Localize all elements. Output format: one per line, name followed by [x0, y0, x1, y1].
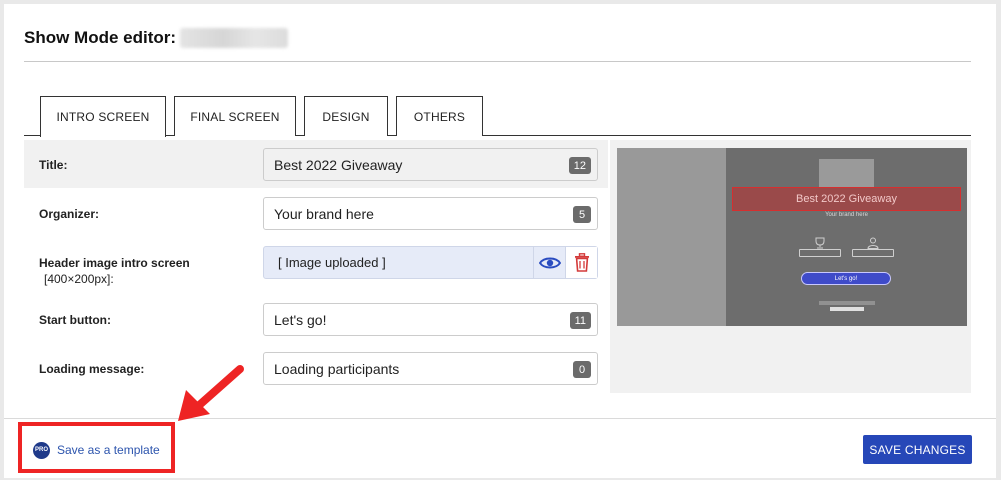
tab-final-screen[interactable]: FINAL SCREEN [174, 96, 296, 136]
intro-screen-preview: Best 2022 Giveaway Your brand here Let's… [610, 140, 971, 393]
start-button-value: Let's go! [274, 311, 327, 328]
start-button-input[interactable]: Let's go! 11 [263, 303, 598, 336]
header-divider [24, 61, 971, 62]
preview-start-button: Let's go! [801, 272, 891, 285]
start-button-char-counter: 11 [569, 312, 591, 329]
title-input[interactable]: Best 2022 Giveaway 12 [263, 148, 598, 181]
tab-intro-screen[interactable]: INTRO SCREEN [40, 96, 166, 137]
tab-others[interactable]: OTHERS [396, 96, 483, 136]
preview-main-area: Best 2022 Giveaway Your brand here Let's… [726, 148, 967, 326]
header-image-label: Header image intro screen [400×200px]: [39, 256, 190, 286]
preview-title: Best 2022 Giveaway [732, 187, 961, 211]
highlight-box [18, 422, 175, 473]
header-image-upload[interactable]: [ Image uploaded ] [263, 246, 598, 279]
page-header: Show Mode editor: [24, 26, 289, 50]
form-row-title: Title: Best 2022 Giveaway 12 [24, 140, 608, 188]
preview-organizer: Your brand here [825, 212, 868, 218]
tab-bar: INTRO SCREEN FINAL SCREEN DESIGN OTHERS [24, 96, 971, 137]
footer-divider [4, 418, 996, 419]
organizer-label: Organizer: [39, 207, 100, 221]
loading-message-char-counter: 0 [573, 361, 591, 378]
page-title: Show Mode editor: [24, 28, 177, 47]
eye-icon[interactable] [533, 247, 565, 278]
loading-message-input[interactable]: Loading participants 0 [263, 352, 598, 385]
user-icon [863, 236, 883, 249]
trophy-icon [810, 236, 830, 249]
form-row-loading-message: Loading message: Loading participants 0 [24, 345, 608, 393]
title-char-counter: 12 [568, 157, 591, 174]
preview-screen: Best 2022 Giveaway Your brand here Let's… [617, 148, 967, 326]
start-button-label: Start button: [39, 313, 111, 327]
form-row-organizer: Organizer: Your brand here 5 [24, 190, 608, 238]
form-row-header-image: Header image intro screen [400×200px]: [… [24, 240, 608, 288]
tab-design[interactable]: DESIGN [304, 96, 388, 136]
preview-footer-text [726, 301, 967, 311]
organizer-char-counter: 5 [573, 206, 591, 223]
title-value: Best 2022 Giveaway [274, 156, 403, 173]
form-row-start-button: Start button: Let's go! 11 [24, 295, 608, 343]
preview-header-image [819, 159, 874, 187]
header-image-label-text: Header image intro screen [39, 256, 190, 270]
loading-message-label: Loading message: [39, 362, 145, 376]
trash-icon[interactable] [565, 247, 597, 278]
header-image-status: [ Image uploaded ] [278, 255, 386, 270]
preview-participants-box [799, 249, 841, 257]
blurred-event-name [180, 28, 289, 48]
organizer-value: Your brand here [274, 205, 374, 222]
preview-winner-box [852, 249, 894, 257]
header-image-actions [533, 247, 597, 278]
title-label: Title: [39, 158, 68, 172]
header-image-size-hint: [400×200px]: [44, 272, 114, 286]
loading-message-value: Loading participants [274, 360, 400, 377]
organizer-input[interactable]: Your brand here 5 [263, 197, 598, 230]
annotation-arrow-icon [176, 362, 248, 429]
save-changes-button[interactable]: SAVE CHANGES [863, 435, 972, 464]
